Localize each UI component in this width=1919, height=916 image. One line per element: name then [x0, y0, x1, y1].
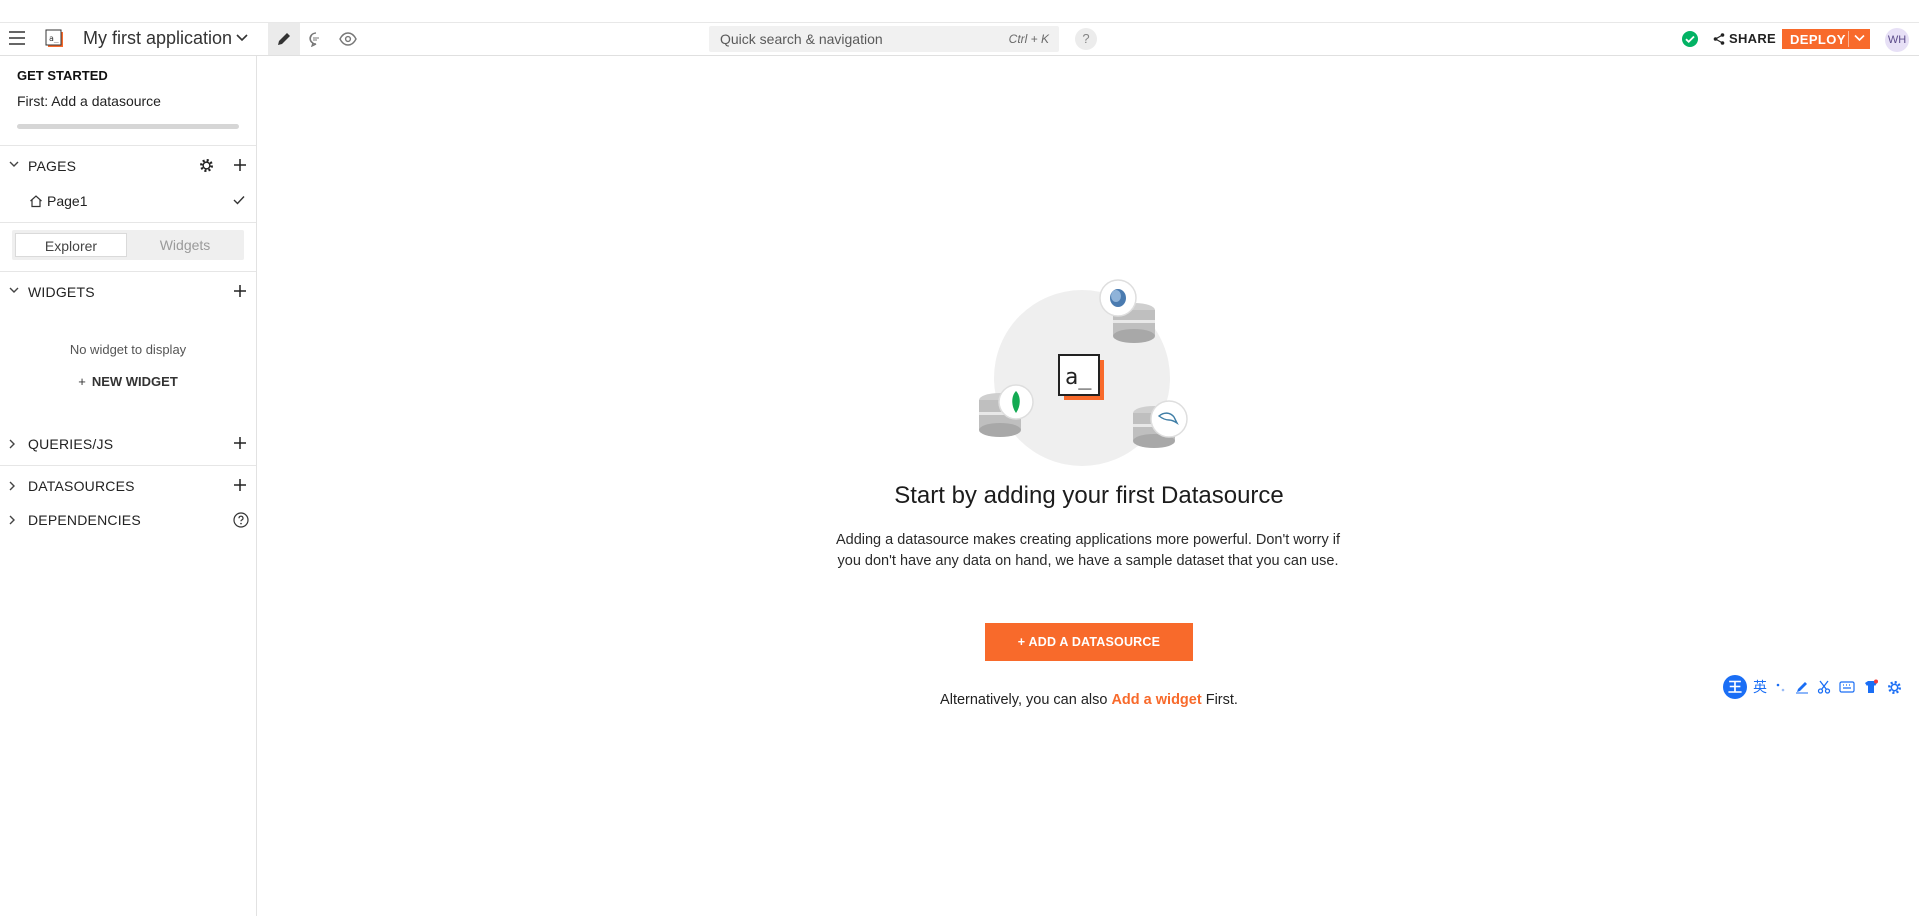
empty-state-description: Adding a datasource makes creating appli… [835, 532, 1341, 569]
widgets-section-header[interactable]: WIDGETS [0, 278, 256, 306]
deploy-button[interactable]: DEPLOY [1782, 29, 1870, 49]
ime-logo[interactable]: 王 [1723, 675, 1747, 699]
datasource-illustration: a_ [970, 270, 1200, 470]
eye-icon [339, 32, 357, 46]
dependencies-section-label: DEPENDENCIES [28, 512, 141, 528]
pen-icon[interactable] [1795, 680, 1809, 694]
editor-mode-group [268, 23, 364, 55]
comment-mode-button[interactable] [300, 23, 332, 55]
divider [0, 271, 256, 272]
dependencies-section-header[interactable]: DEPENDENCIES [0, 506, 256, 534]
scissors-icon[interactable] [1817, 680, 1831, 694]
center-logo-text: a_ [1065, 365, 1092, 390]
deploy-separator [1848, 31, 1849, 47]
search-placeholder: Quick search & navigation [720, 31, 883, 47]
alt-prefix: Alternatively, you can also [940, 692, 1108, 708]
divider [0, 222, 256, 223]
help-button[interactable]: ? [1075, 28, 1097, 50]
search-shortcut-hint: Ctrl + K [1008, 32, 1049, 46]
appsmith-logo-icon[interactable]: a_ [45, 29, 65, 49]
add-widget-link[interactable]: Add a widget [1111, 692, 1201, 708]
skin-shirt-icon[interactable] [1863, 679, 1879, 695]
add-page-plus-icon[interactable] [234, 159, 246, 171]
divider [0, 465, 256, 466]
queries-section-header[interactable]: QUERIES/JS [0, 430, 256, 458]
pencil-icon [276, 31, 292, 47]
keyboard-icon[interactable] [1839, 681, 1855, 693]
add-query-plus-icon[interactable] [234, 437, 246, 449]
get-started-title: GET STARTED [17, 68, 108, 83]
punctuation-icon[interactable] [1775, 681, 1787, 693]
page-list-item[interactable]: Page1 [0, 187, 256, 215]
ime-toolbar: 王 英 [1723, 674, 1902, 700]
share-icon [1713, 32, 1725, 45]
share-button[interactable]: SHARE [1713, 31, 1776, 46]
comment-icon [308, 31, 324, 47]
plus-icon: + [78, 374, 86, 389]
editor-header: a_ My first application Quick search & n… [0, 22, 1919, 56]
page-name: Page1 [47, 193, 88, 209]
user-avatar[interactable]: WH [1885, 28, 1909, 52]
help-circle-icon[interactable] [233, 512, 249, 528]
pages-section-label: PAGES [28, 158, 77, 174]
widgets-section-label: WIDGETS [28, 284, 95, 300]
alt-suffix: First. [1205, 692, 1238, 708]
tab-widgets[interactable]: Widgets [129, 233, 241, 257]
chevron-down-icon[interactable] [9, 287, 19, 294]
chevron-right-icon[interactable] [9, 515, 16, 525]
gear-icon[interactable] [1887, 680, 1902, 695]
hamburger-menu-icon[interactable] [9, 31, 25, 45]
chevron-down-icon[interactable] [236, 34, 248, 42]
home-icon [29, 194, 43, 208]
saved-check-icon [1681, 30, 1699, 48]
pages-section-header[interactable]: PAGES [0, 152, 256, 180]
gear-icon[interactable] [199, 158, 214, 173]
share-label: SHARE [1729, 31, 1777, 46]
svg-text:a_: a_ [49, 34, 59, 43]
chevron-right-icon[interactable] [9, 439, 16, 449]
get-started-subtitle: First: Add a datasource [17, 93, 161, 109]
add-widget-plus-icon[interactable] [234, 285, 246, 297]
tab-explorer[interactable]: Explorer [15, 233, 127, 257]
explorer-widgets-toggle: Explorer Widgets [12, 230, 244, 260]
preview-mode-button[interactable] [332, 23, 364, 55]
ime-language-toggle[interactable]: 英 [1753, 677, 1767, 697]
check-icon [233, 195, 245, 205]
new-widget-button[interactable]: + NEW WIDGET [0, 374, 256, 389]
quick-search-input[interactable]: Quick search & navigation Ctrl + K [709, 26, 1059, 52]
add-datasource-button[interactable]: + ADD A DATASOURCE [985, 623, 1193, 661]
edit-mode-button[interactable] [268, 23, 300, 55]
mysql-icon [1133, 400, 1188, 448]
no-widget-message: No widget to display [69, 342, 187, 357]
app-name-dropdown[interactable]: My first application [83, 28, 232, 49]
get-started-panel[interactable]: GET STARTED First: Add a datasource [0, 56, 256, 146]
new-widget-label: NEW WIDGET [91, 374, 178, 389]
chevron-down-icon[interactable] [1854, 34, 1865, 42]
alternative-hint: Alternatively, you can also Add a widget… [0, 692, 1919, 708]
empty-state-title: Start by adding your first Datasource [894, 482, 1284, 509]
queries-section-label: QUERIES/JS [28, 436, 114, 452]
get-started-progress-bar [17, 124, 239, 129]
deploy-label: DEPLOY [1790, 32, 1846, 47]
chevron-down-icon[interactable] [9, 161, 19, 168]
